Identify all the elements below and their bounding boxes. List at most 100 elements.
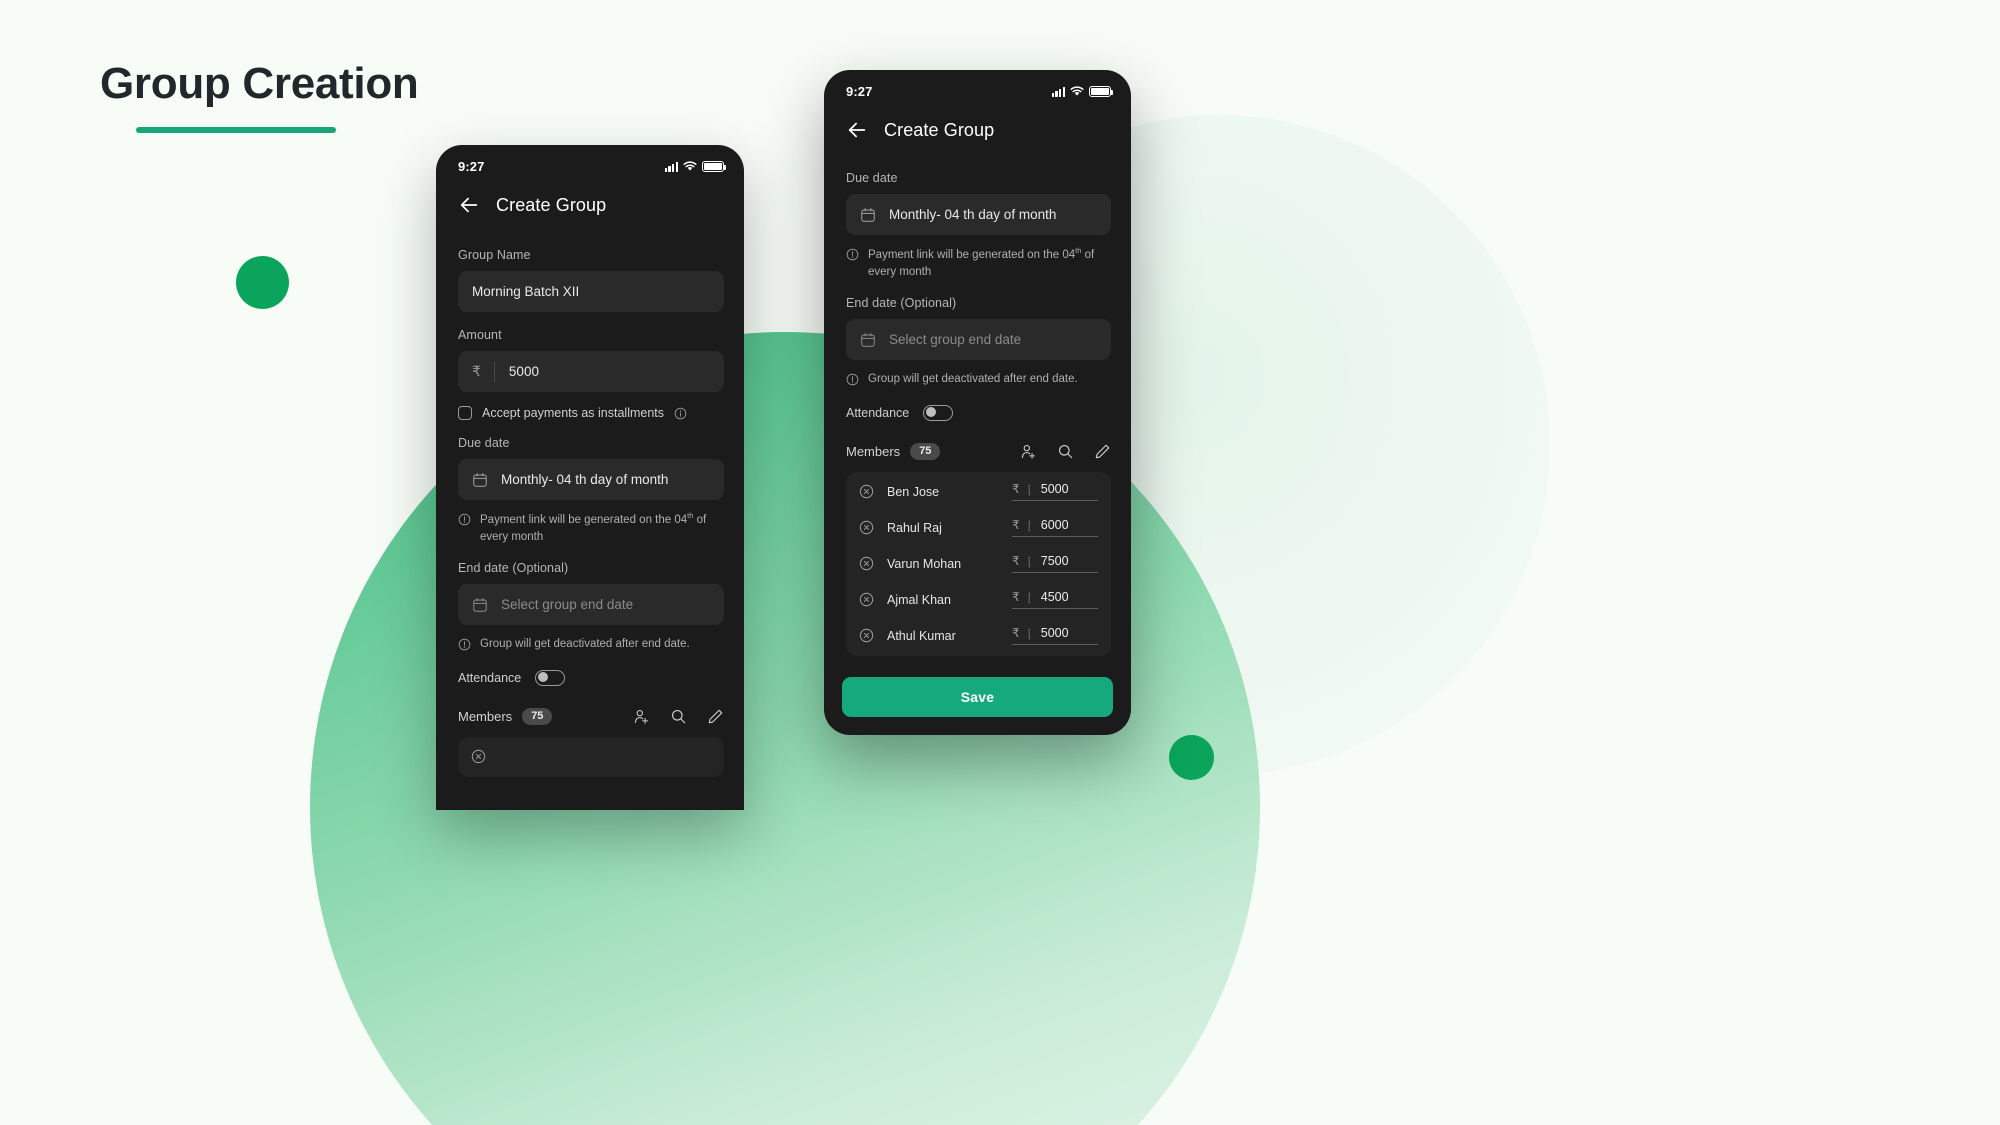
end-date-label: End date (Optional) [458,561,569,576]
member-amount-value: 4500 [1040,590,1069,605]
app-title: Create Group [496,194,607,215]
installments-checkbox[interactable] [458,406,472,420]
attendance-label: Attendance [458,670,522,685]
member-amount-input[interactable]: ₹ | 5000 [1012,482,1098,502]
table-row[interactable]: Rahul Raj ₹ | 6000 [859,510,1098,546]
amount-input[interactable]: ₹ 5000 [458,351,724,392]
members-card-back [458,736,724,777]
search-icon[interactable] [1057,443,1074,460]
due-date-helper: Payment link will be generated on the 04… [458,511,724,545]
due-date-input[interactable]: Monthly- 04 th day of month [846,194,1111,235]
due-date-value: Monthly- 04 th day of month [889,207,1057,222]
add-person-icon[interactable] [633,708,650,725]
member-name: Ajmal Khan [887,592,951,607]
add-person-icon[interactable] [1020,443,1037,460]
amount-separator: | [1027,626,1031,641]
end-date-input[interactable]: Select group end date [458,584,724,626]
edit-pencil-icon[interactable] [707,708,724,725]
attendance-toggle[interactable] [535,669,566,686]
member-name: Rahul Raj [887,520,942,535]
title-underline [136,126,336,133]
remove-circle-icon[interactable] [471,749,486,764]
status-time: 9:27 [846,84,873,99]
members-header-back: Members 75 [458,707,724,725]
attendance-row[interactable]: Attendance [458,669,724,686]
due-date-helper-prefix: Payment link will be generated on the 04 [868,248,1076,261]
end-date-input[interactable]: Select group end date [846,319,1111,361]
info-circle-icon[interactable] [674,407,687,420]
due-date-helper-text: Payment link will be generated on the 04… [868,246,1111,280]
toggle-knob [926,407,937,418]
table-row[interactable]: Ajmal Khan ₹ | 4500 [859,582,1098,618]
table-row[interactable] [471,739,711,775]
remove-circle-icon[interactable] [859,556,874,571]
edit-pencil-icon[interactable] [1094,443,1111,460]
table-row[interactable]: Varun Mohan ₹ | 7500 [859,546,1098,582]
calendar-icon [861,332,875,347]
member-name: Varun Mohan [887,556,962,571]
rupee-symbol: ₹ [1012,482,1020,497]
rupee-symbol: ₹ [1012,554,1020,569]
group-name-input[interactable]: Morning Batch XII [458,271,724,312]
alert-circle-icon [846,373,859,386]
member-amount-input[interactable]: ₹ | 6000 [1012,518,1098,538]
save-button[interactable]: Save [842,677,1113,717]
amount-value: 5000 [508,364,539,379]
attendance-row[interactable]: Attendance [846,404,1111,421]
members-header-front: Members 75 [846,442,1111,460]
battery-icon [702,161,727,172]
members-label: Members [458,708,513,724]
remove-circle-icon[interactable] [859,628,874,643]
members-label: Members [846,443,901,459]
page-title: Group Creation [100,59,419,108]
members-actions [1020,443,1111,460]
due-date-label: Due date [846,171,898,185]
member-amount-input[interactable]: ₹ | 4500 [1012,590,1098,610]
phone-screen-back: 9:27 Create Group Group Name Morning Bat… [436,145,744,810]
end-date-helper: Group will get deactivated after end dat… [846,371,1111,388]
amount-label: Amount [458,328,502,342]
due-date-helper: Payment link will be generated on the 04… [846,246,1111,280]
due-date-helper-suffix: of [1081,248,1095,261]
members-card-front: Ben Jose ₹ | 5000 Rahul Raj ₹ | 6000 Varun Mohan… [846,471,1111,656]
due-date-label: Due date [458,436,510,450]
alert-circle-icon [458,513,471,526]
installments-row[interactable]: Accept payments as installments [458,406,724,420]
alert-circle-icon [458,638,471,651]
calendar-icon [473,597,487,612]
due-date-helper-prefix: Payment link will be generated on the 04 [480,513,688,526]
back-arrow-icon[interactable] [846,119,868,141]
remove-circle-icon[interactable] [859,520,874,535]
member-amount-value: 6000 [1040,518,1069,533]
member-name: Ben Jose [887,484,940,499]
end-date-placeholder: Select group end date [889,332,1022,348]
end-date-helper-text: Group will get deactivated after end dat… [480,638,690,651]
attendance-label: Attendance [846,405,910,420]
back-arrow-icon[interactable] [458,194,480,216]
toggle-knob [538,672,549,683]
end-date-label: End date (Optional) [846,296,957,311]
end-date-helper-text: Group will get deactivated after end dat… [868,373,1078,386]
due-date-value: Monthly- 04 th day of month [501,472,669,487]
attendance-toggle[interactable] [923,404,954,421]
member-amount-input[interactable]: ₹ | 5000 [1012,626,1098,646]
group-name-label: Group Name [458,248,531,262]
rupee-symbol: ₹ [472,361,495,382]
table-row[interactable]: Ben Jose ₹ | 5000 [859,474,1098,510]
app-header-back: Create Group [436,176,744,226]
rupee-symbol: ₹ [1012,626,1020,641]
status-bar-front: 9:27 [824,70,1131,101]
member-amount-input[interactable]: ₹ | 7500 [1012,554,1098,574]
search-icon[interactable] [670,708,687,725]
due-date-input[interactable]: Monthly- 04 th day of month [458,459,724,500]
form-body-back: Group Name Morning Batch XII Amount ₹ 50… [436,226,744,777]
table-row[interactable]: Athul Kumar ₹ | 5000 [859,618,1098,654]
amount-separator: | [1027,554,1031,569]
remove-circle-icon[interactable] [859,592,874,607]
signal-bars-icon [664,161,678,172]
form-body-front: Due date Monthly- 04 th day of month Pay… [824,151,1131,656]
screenshot-canvas: Group Creation 9:27 Create Group Group N… [0,0,2000,1125]
amount-separator: | [1027,590,1031,605]
amount-separator: | [1027,518,1031,533]
remove-circle-icon[interactable] [859,484,874,499]
